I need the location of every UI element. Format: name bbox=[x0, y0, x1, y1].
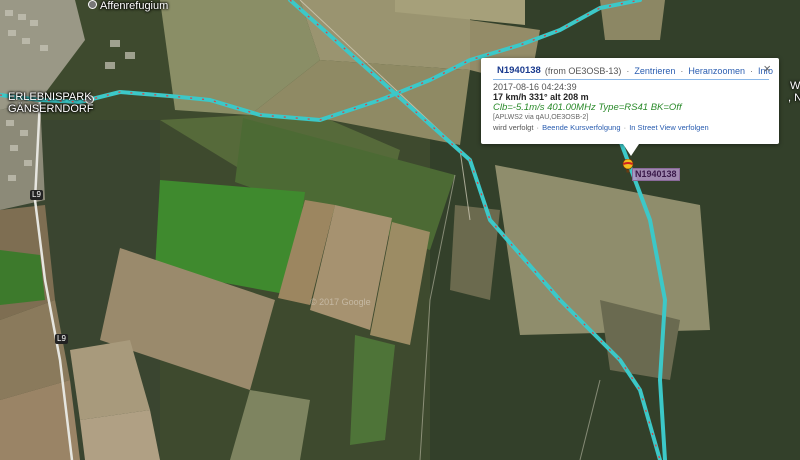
popup-divider bbox=[493, 79, 769, 80]
zoom-in-link[interactable]: Heranzoomen bbox=[688, 66, 745, 76]
marker-label[interactable]: N1940138 bbox=[632, 168, 680, 181]
place-label-line1: ERLEBNISPARK bbox=[8, 91, 92, 103]
poi-icon[interactable] bbox=[88, 0, 97, 9]
popup-header: N1940138 (from OE3OSB-13) · Zentrieren ·… bbox=[493, 64, 773, 77]
road-shield-l9: L9 bbox=[30, 190, 43, 200]
follow-status: wird verfolgt bbox=[493, 123, 534, 132]
popup-speed: 17 km/h 331° alt 208 m bbox=[493, 92, 589, 102]
map-watermark: © 2017 Google bbox=[310, 297, 371, 307]
popup-from: (from OE3OSB-13) bbox=[544, 65, 622, 76]
center-link[interactable]: Zentrieren bbox=[634, 66, 675, 76]
popup-callsign[interactable]: N1940138 bbox=[497, 65, 541, 76]
popup-timestamp: 2017-08-16 04:24:39 bbox=[493, 82, 577, 92]
street-view-link[interactable]: In Street View verfolgen bbox=[629, 123, 709, 132]
popup-follow: wird verfolgt · Beende Kursverfolgung · … bbox=[493, 123, 709, 132]
info-popup: × N1940138 (from OE3OSB-13) · Zentrieren… bbox=[481, 58, 779, 156]
edge-label-n: , N bbox=[788, 92, 800, 104]
stop-tracking-link[interactable]: Beende Kursverfolgung bbox=[542, 123, 620, 132]
place-label-affenrefugium: Affenrefugium bbox=[100, 0, 169, 12]
popup-comment: Clb=-5.1m/s 401.00MHz Type=RS41 BK=Off bbox=[493, 102, 682, 113]
place-label-line2: GÄNSERNDORF bbox=[8, 103, 94, 115]
edge-label-w: W bbox=[790, 80, 800, 92]
close-icon[interactable]: × bbox=[763, 62, 771, 75]
place-label-erlebnispark: ERLEBNISPARK GÄNSERNDORF bbox=[8, 91, 94, 115]
road-shield-l9: L9 bbox=[55, 334, 68, 344]
popup-path: [APLWS2 via qAU,OE3OSB-2] bbox=[493, 114, 589, 121]
